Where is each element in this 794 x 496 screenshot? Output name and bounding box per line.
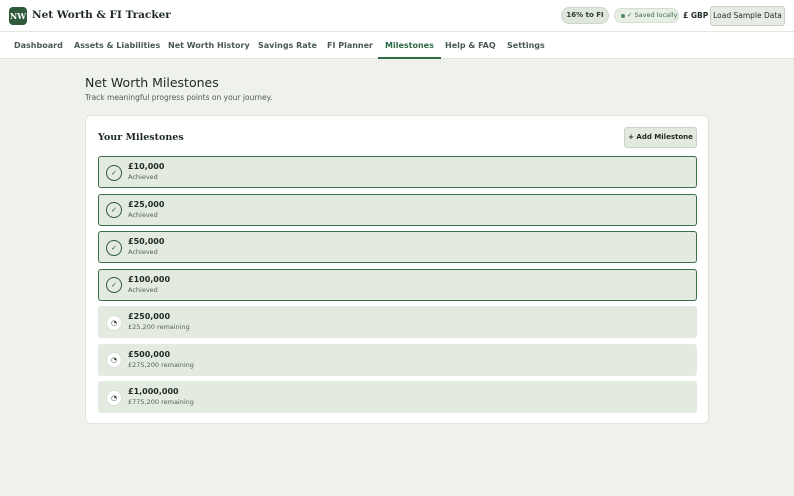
saved-status-badge: ✓ Saved locally — [614, 8, 679, 23]
milestone-status: £775,200 remaining — [128, 398, 194, 406]
saved-status-text: ✓ Saved locally — [627, 11, 678, 19]
milestone-status: Achieved — [128, 285, 158, 294]
milestone-item[interactable]: ◔ £250,000 £25,200 remaining — [98, 306, 697, 338]
currency-selector[interactable]: £ GBP — [683, 11, 708, 20]
status-dot-icon — [621, 14, 625, 18]
tab-fi-planner[interactable]: FI Planner — [327, 32, 373, 59]
milestone-item[interactable]: ◔ £1,000,000 £775,200 remaining — [98, 381, 697, 413]
tab-net-worth-history[interactable]: Net Worth History — [168, 32, 250, 59]
progress-pie-icon: ◔ — [106, 389, 122, 406]
milestone-item[interactable]: ◔ £500,000 £275,200 remaining — [98, 343, 697, 376]
check-icon: ✓ — [106, 202, 122, 218]
tab-help-faq[interactable]: Help & FAQ — [445, 32, 496, 59]
milestone-amount: £25,000 — [128, 199, 165, 209]
progress-pie-icon: ◔ — [106, 352, 122, 368]
check-icon: ✓ — [106, 239, 122, 256]
milestones-card: Your Milestones + Add Milestone ✓ £10,00… — [85, 115, 709, 424]
milestone-status: Achieved — [128, 248, 158, 256]
milestone-item[interactable]: ✓ £25,000 Achieved — [98, 193, 697, 226]
milestone-status: £25,200 remaining — [128, 323, 190, 331]
milestone-amount: £500,000 — [128, 349, 171, 359]
page-subtitle: Track meaningful progress points on your… — [85, 93, 273, 102]
app-header: NW Net Worth & FI Tracker 16% to FI ✓ Sa… — [0, 0, 794, 32]
milestone-status: £275,200 remaining — [128, 360, 194, 369]
tab-dashboard[interactable]: Dashboard — [14, 32, 63, 59]
fi-progress-badge: 16% to FI — [561, 7, 609, 24]
tab-savings-rate[interactable]: Savings Rate — [258, 32, 317, 59]
milestone-amount: £10,000 — [128, 162, 165, 171]
app-title: Net Worth & FI Tracker — [32, 9, 171, 21]
check-icon: ✓ — [106, 277, 122, 293]
milestone-status: Achieved — [128, 210, 158, 219]
card-title: Your Milestones — [98, 132, 184, 143]
page-title: Net Worth Milestones — [85, 75, 219, 90]
milestone-amount: £1,000,000 — [128, 387, 179, 396]
milestone-amount: £100,000 — [128, 274, 171, 284]
check-icon: ✓ — [106, 164, 122, 181]
milestone-item[interactable]: ✓ £50,000 Achieved — [98, 231, 697, 263]
main-nav-tabs: Dashboard Assets & Liabilities Net Worth… — [0, 32, 794, 59]
load-sample-data-button[interactable]: Load Sample Data — [710, 6, 785, 26]
milestone-amount: £50,000 — [128, 237, 165, 246]
tab-milestones[interactable]: Milestones — [378, 32, 441, 59]
tab-settings[interactable]: Settings — [507, 32, 545, 59]
progress-pie-icon: ◔ — [106, 314, 122, 331]
tab-assets-liabilities[interactable]: Assets & Liabilities — [74, 32, 160, 59]
milestone-amount: £250,000 — [128, 312, 171, 321]
add-milestone-button[interactable]: + Add Milestone — [624, 127, 697, 148]
app-logo: NW — [9, 7, 27, 25]
milestone-status: Achieved — [128, 173, 158, 181]
milestone-list: ✓ £10,000 Achieved ✓ £25,000 Achieved ✓ … — [98, 156, 697, 419]
milestone-item[interactable]: ✓ £100,000 Achieved — [98, 268, 697, 301]
milestone-item[interactable]: ✓ £10,000 Achieved — [98, 156, 697, 188]
